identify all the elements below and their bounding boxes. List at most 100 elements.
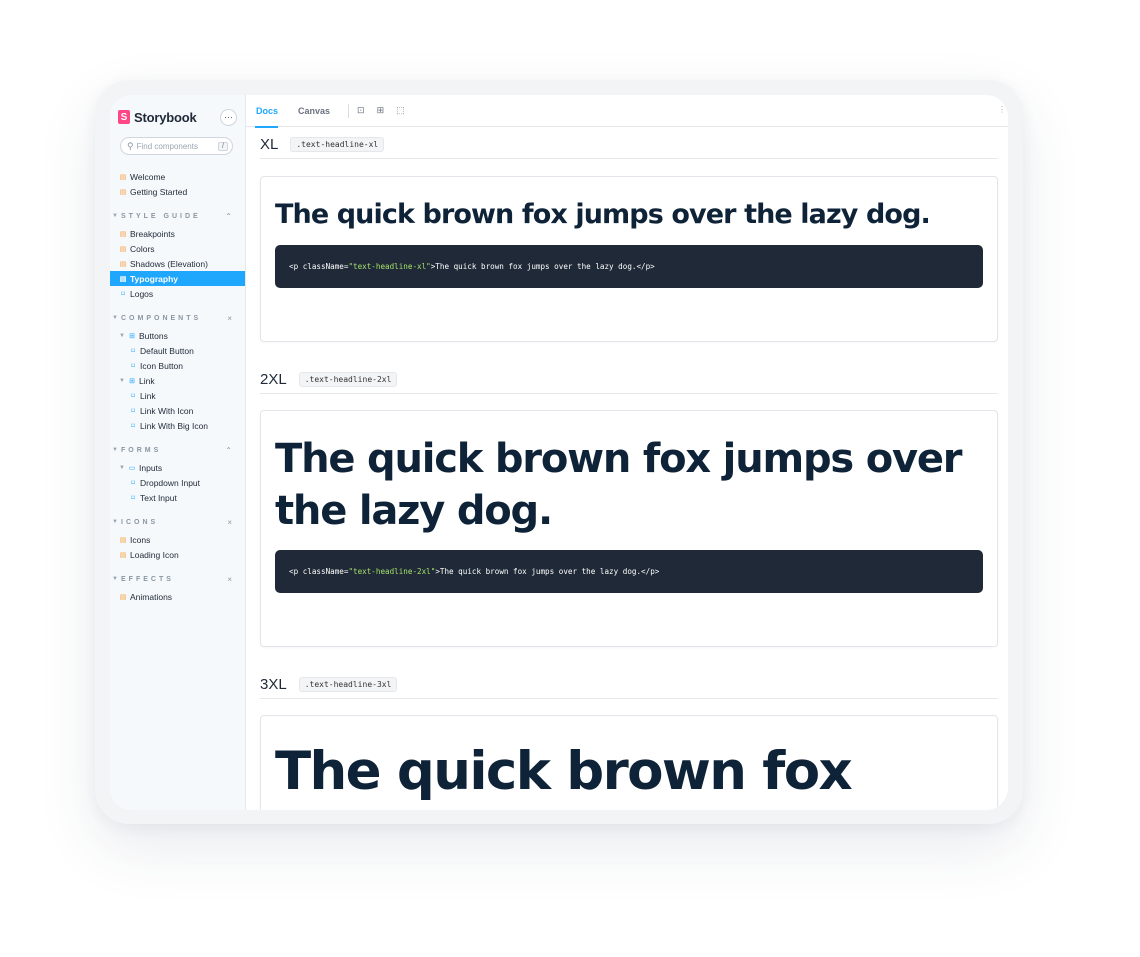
section-icons[interactable]: ▼ ICONS × — [110, 515, 245, 529]
sidebar-item-colors[interactable]: ▤ Colors — [110, 241, 245, 256]
sidebar-item-animations[interactable]: ▤ Animations — [110, 589, 245, 604]
sidebar-item-loading-icon[interactable]: ▤ Loading Icon — [110, 547, 245, 562]
sidebar-item-label: Default Button — [140, 345, 194, 356]
story-icon: ⌑ — [131, 362, 135, 370]
grid-icon[interactable]: ⊞ — [377, 105, 385, 116]
sidebar-item-label: Text Input — [140, 492, 177, 503]
doc-icon: ▤ — [119, 173, 127, 181]
sidebar-item-buttons[interactable]: ▼ ⊞ Buttons — [110, 328, 245, 343]
doc-icon: ▤ — [119, 551, 127, 559]
sidebar-item-label: Getting Started — [130, 186, 188, 197]
section-forms[interactable]: ▼ FORMS ⌃ — [110, 443, 245, 457]
sidebar-item-label: Breakpoints — [130, 228, 175, 239]
collapse-toggle-icon[interactable]: × — [227, 575, 232, 584]
story-icon: ⌑ — [131, 347, 135, 355]
expand-toggle-icon[interactable]: ⌃ — [225, 212, 232, 221]
section-effects[interactable]: ▼ EFFECTS × — [110, 572, 245, 586]
sidebar-item-label: Dropdown Input — [140, 477, 201, 488]
sidebar-item-dropdown-input[interactable]: ⌑ Dropdown Input — [110, 475, 245, 490]
more-menu-button[interactable]: ··· — [220, 108, 237, 126]
section-heading-3xl: 3XL .text-headline-3xl — [260, 676, 998, 699]
brand: S Storybook ··· — [110, 107, 245, 127]
sidebar-item-icon-button[interactable]: ⌑ Icon Button — [110, 358, 245, 373]
more-options-icon[interactable]: ⋮ — [998, 105, 1006, 114]
code-string: "text-headline-xl" — [348, 262, 431, 271]
sidebar-item-label: Welcome — [130, 171, 166, 182]
sidebar-nav: ▤ Welcome ▤ Getting Started ▼ STYLE GUID… — [110, 169, 245, 604]
sidebar-item-label: Loading Icon — [130, 549, 179, 560]
component-icon: ⊞ — [129, 332, 135, 340]
doc-icon: ▤ — [119, 260, 127, 268]
tab-docs[interactable]: Docs — [254, 95, 288, 128]
size-label: 2XL — [260, 371, 287, 388]
size-label: XL — [260, 136, 279, 153]
collapse-toggle-icon[interactable]: × — [227, 314, 232, 323]
code-prefix: <p className= — [289, 567, 349, 576]
chevron-down-icon: ▼ — [119, 332, 125, 339]
sample-text-2xl: The quick brown fox jumps over the lazy … — [275, 436, 963, 534]
code-block: <p className= "text-headline-2xl" >The qui… — [275, 550, 983, 593]
sidebar-item-typography[interactable]: ▤ Typography — [110, 271, 245, 286]
outline-icon[interactable]: ⬚ — [396, 105, 405, 116]
image-icon[interactable]: ⊡ — [357, 105, 365, 116]
tab-canvas[interactable]: Canvas — [298, 95, 340, 127]
sidebar-item-getting-started[interactable]: ▤ Getting Started — [110, 184, 245, 199]
search-input[interactable]: ⚲ Find components / — [120, 137, 233, 155]
size-label: 3XL — [260, 676, 287, 693]
search-placeholder: Find components — [136, 141, 198, 151]
sidebar-item-default-button[interactable]: ⌑ Default Button — [110, 343, 245, 358]
brand-name: Storybook — [134, 109, 197, 125]
sample-text-xl: The quick brown fox jumps over the lazy … — [275, 199, 931, 230]
sidebar-item-link-with-big-icon[interactable]: ⌑ Link With Big Icon — [110, 418, 245, 433]
sidebar-item-label: Icons — [130, 534, 151, 545]
section-heading-2xl: 2XL .text-headline-2xl — [260, 371, 998, 394]
sidebar-item-label: Link — [139, 375, 155, 386]
typography-preview-card: The quick brown fox jumps over the lazy … — [260, 410, 998, 647]
sidebar-item-link[interactable]: ⌑ Link — [110, 388, 245, 403]
code-prefix: <p className= — [289, 262, 349, 271]
typography-preview-card: The quick brown fox — [260, 715, 998, 810]
sidebar-item-label: Animations — [130, 591, 173, 602]
code-suffix: >The quick brown fox jumps over the lazy… — [430, 262, 655, 271]
section-components[interactable]: ▼ COMPONENTS × — [110, 311, 245, 325]
sidebar: S Storybook ··· ⚲ Find components / ▤ We… — [110, 95, 246, 810]
section-heading-xl: XL .text-headline-xl — [260, 136, 998, 159]
collapse-toggle-icon[interactable]: × — [227, 518, 232, 527]
section-title: FORMS — [121, 446, 162, 454]
sidebar-item-welcome[interactable]: ▤ Welcome — [110, 169, 245, 184]
chevron-down-icon: ▼ — [112, 315, 121, 321]
sidebar-item-logos[interactable]: ⌑ Logos — [110, 286, 245, 301]
sidebar-item-inputs[interactable]: ▼ ▭ Inputs — [110, 460, 245, 475]
component-icon: ⊞ — [129, 377, 135, 385]
story-icon: ⌑ — [131, 494, 135, 502]
code-suffix: >The quick brown fox jumps over the lazy… — [435, 567, 660, 576]
section-title: STYLE GUIDE — [121, 212, 201, 220]
doc-icon: ▤ — [119, 593, 127, 601]
doc-icon: ▤ — [119, 536, 127, 544]
sidebar-item-icons[interactable]: ▤ Icons — [110, 532, 245, 547]
sidebar-item-breakpoints[interactable]: ▤ Breakpoints — [110, 226, 245, 241]
section-style-guide[interactable]: ▼ STYLE GUIDE ⌃ — [110, 209, 245, 223]
code-block: <p className= "text-headline-xl" >The quic… — [275, 245, 983, 288]
sidebar-item-label: Link — [140, 390, 156, 401]
sidebar-item-link-group[interactable]: ▼ ⊞ Link — [110, 373, 245, 388]
docs-content: XL .text-headline-xl The quick brown fox… — [246, 127, 1008, 810]
story-icon: ⌑ — [131, 392, 135, 400]
doc-icon: ▤ — [119, 230, 127, 238]
sidebar-item-label: Colors — [130, 243, 155, 254]
expand-toggle-icon[interactable]: ⌃ — [225, 446, 232, 455]
sidebar-item-shadows[interactable]: ▤ Shadows (Elevation) — [110, 256, 245, 271]
sidebar-item-label: Typography — [130, 273, 179, 284]
class-name-chip: .text-headline-xl — [290, 137, 385, 152]
docs-panel: Docs Canvas ⊡ ⊞ ⬚ ⋮ XL .text-headline-xl… — [246, 95, 1008, 810]
sample-text-3xl: The quick brown fox — [275, 741, 853, 802]
typography-preview-card: The quick brown fox jumps over the lazy … — [260, 176, 998, 342]
story-icon: ⌑ — [131, 479, 135, 487]
sidebar-item-text-input[interactable]: ⌑ Text Input — [110, 490, 245, 505]
sidebar-item-link-with-icon[interactable]: ⌑ Link With Icon — [110, 403, 245, 418]
doc-icon: ▤ — [119, 275, 127, 283]
story-icon: ⌑ — [131, 422, 135, 430]
storybook-logo-icon: S — [118, 110, 130, 124]
sidebar-item-label: Logos — [130, 288, 154, 299]
toolbar: Docs Canvas ⊡ ⊞ ⬚ ⋮ — [246, 95, 1008, 128]
